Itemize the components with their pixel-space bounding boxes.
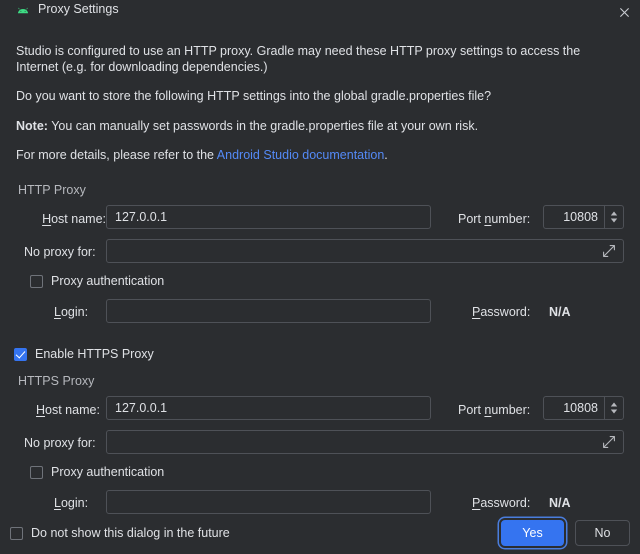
chevron-down-icon	[610, 218, 618, 223]
question-paragraph: Do you want to store the following HTTP …	[16, 88, 624, 104]
chevron-up-icon	[610, 211, 618, 216]
https-proxy-auth-box	[30, 466, 43, 479]
http-host-name-label: Host name:	[36, 212, 106, 226]
proxy-settings-dialog: Proxy Settings Studio is configured to u…	[0, 0, 640, 554]
do-not-show-label: Do not show this dialog in the future	[31, 526, 230, 540]
http-no-proxy-expand-icon[interactable]	[602, 244, 616, 258]
https-port-number-stepper[interactable]: 10808	[543, 396, 624, 420]
https-proxy-authentication-checkbox[interactable]: Proxy authentication	[30, 465, 164, 479]
https-host-name-label: Host name:	[36, 403, 100, 417]
https-login-input[interactable]	[106, 490, 431, 514]
https-port-number-label: Port number:	[458, 403, 530, 417]
http-proxy-section-title: HTTP Proxy	[18, 183, 86, 197]
http-password-label: Password:	[472, 305, 530, 319]
http-host-mnemonic: H	[42, 212, 51, 226]
note-paragraph: Note: You can manually set passwords in …	[16, 118, 624, 134]
https-password-label: Password:	[472, 496, 530, 510]
http-login-label: Login:	[54, 305, 88, 319]
close-glyph	[619, 7, 630, 18]
http-host-name-input[interactable]: 127.0.0.1	[106, 205, 431, 229]
https-host-name-input[interactable]: 127.0.0.1	[106, 396, 431, 420]
do-not-show-box	[10, 527, 23, 540]
intro-paragraph: Studio is configured to use an HTTP prox…	[16, 43, 624, 75]
close-icon[interactable]	[614, 3, 634, 21]
http-port-spinner-arrows[interactable]	[604, 206, 623, 228]
chevron-down-icon	[610, 409, 618, 414]
https-proxy-auth-label: Proxy authentication	[51, 465, 164, 479]
http-password-mnemonic: P	[472, 305, 480, 319]
enable-https-proxy-label: Enable HTTPS Proxy	[35, 347, 154, 361]
https-no-proxy-input[interactable]	[106, 430, 624, 454]
android-studio-icon	[16, 5, 30, 19]
http-no-proxy-input[interactable]	[106, 239, 624, 263]
http-proxy-authentication-checkbox[interactable]: Proxy authentication	[30, 274, 164, 288]
http-proxy-auth-label: Proxy authentication	[51, 274, 164, 288]
enable-https-proxy-checkbox[interactable]: Enable HTTPS Proxy	[14, 347, 154, 361]
android-studio-documentation-link[interactable]: Android Studio documentation	[217, 148, 384, 162]
details-suffix: .	[384, 148, 387, 162]
note-text: You can manually set passwords in the gr…	[48, 119, 478, 133]
http-port-number-label: Port number:	[458, 212, 530, 226]
note-prefix: Note:	[16, 119, 48, 133]
http-login-input[interactable]	[106, 299, 431, 323]
http-port-number-stepper[interactable]: 10808	[543, 205, 624, 229]
details-prefix: For more details, please refer to the	[16, 148, 217, 162]
http-login-mnemonic: L	[54, 305, 61, 319]
http-port-number-value[interactable]: 10808	[544, 206, 604, 228]
https-port-number-value[interactable]: 10808	[544, 397, 604, 419]
do-not-show-dialog-checkbox[interactable]: Do not show this dialog in the future	[10, 526, 230, 540]
https-no-proxy-expand-icon[interactable]	[602, 435, 616, 449]
http-port-mnemonic: n	[484, 212, 491, 226]
no-button[interactable]: No	[575, 520, 630, 546]
https-login-mnemonic: L	[54, 496, 61, 510]
enable-https-proxy-box	[14, 348, 27, 361]
https-port-spinner-arrows[interactable]	[604, 397, 623, 419]
http-password-value: N/A	[549, 305, 571, 319]
yes-button[interactable]: Yes	[501, 520, 564, 546]
window-title: Proxy Settings	[38, 1, 119, 17]
title-bar: Proxy Settings	[0, 0, 640, 28]
https-proxy-section-title: HTTPS Proxy	[18, 374, 94, 388]
https-password-value: N/A	[549, 496, 571, 510]
http-no-proxy-label: No proxy for:	[24, 245, 96, 259]
https-host-mnemonic: H	[36, 403, 45, 417]
https-no-proxy-label: No proxy for:	[24, 436, 96, 450]
chevron-up-icon	[610, 402, 618, 407]
https-login-label: Login:	[54, 496, 88, 510]
https-password-mnemonic: P	[472, 496, 480, 510]
details-paragraph: For more details, please refer to the An…	[16, 147, 624, 163]
https-port-mnemonic: n	[484, 403, 491, 417]
http-proxy-auth-box	[30, 275, 43, 288]
